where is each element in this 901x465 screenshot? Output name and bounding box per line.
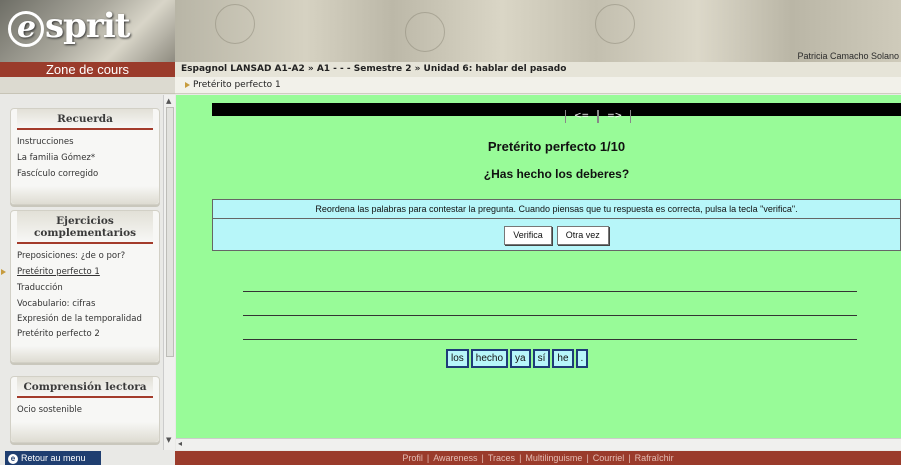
logo-mark: e sprit: [8, 6, 130, 47]
word-tile[interactable]: los: [446, 349, 469, 368]
header-banner: Patricia Camacho Solano: [175, 0, 901, 62]
panel-footer: [11, 186, 159, 204]
answer-line: [243, 291, 857, 292]
footer-link-courriel[interactable]: Courriel: [593, 453, 625, 463]
footer-link-awareness[interactable]: Awareness: [433, 453, 477, 463]
banner-sketch: [595, 4, 635, 44]
word-tile[interactable]: .: [575, 349, 589, 368]
footer-nav: Profil | Awareness | Traces | Multilinguisme | C…: [175, 451, 901, 465]
current-arrow-icon: [1, 269, 6, 275]
main-horizontal-scrollbar[interactable]: ◂: [176, 438, 901, 450]
exercise-question: ¿Has hecho los deberes?: [483, 167, 630, 181]
panel-comprension: Comprensión lectora Ocio sostenible: [10, 376, 160, 443]
panel-recuerda: Recuerda Instrucciones La familia Gómez*…: [10, 108, 160, 205]
sidebar-item-traduccion[interactable]: Traducción: [11, 280, 159, 296]
user-name: Patricia Camacho Solano: [797, 51, 899, 61]
bullet-icon: [185, 81, 190, 88]
sidebar: Recuerda Instrucciones La familia Gómez*…: [0, 95, 163, 450]
sub-breadcrumb: Pretérito perfecto 1: [175, 77, 901, 94]
nav-buttons: <= =>: [565, 103, 632, 123]
word-tile[interactable]: he: [552, 349, 574, 368]
retry-button[interactable]: Otra vez: [556, 226, 609, 245]
word-tile[interactable]: hecho: [470, 349, 509, 368]
sidebar-item-temporalidad[interactable]: Expresión de la temporalidad: [11, 312, 159, 326]
footer-link-rafraichir[interactable]: Rafraîchir: [635, 453, 674, 463]
panel-ejercicios: Ejercicios complementarios Preposiciones…: [1, 210, 160, 363]
exercise-nav-bar: <= =>: [212, 103, 901, 123]
banner-sketch: [405, 12, 445, 52]
panel-title: Recuerda: [17, 109, 153, 130]
footer-link-profil[interactable]: Profil: [402, 453, 423, 463]
banner-sketch: [215, 4, 255, 44]
footer-link-multilinguisme[interactable]: Multilinguisme: [525, 453, 582, 463]
zone-label: Zone de cours: [0, 62, 175, 77]
sidebar-item-preterito-perfecto-2[interactable]: Pretérito perfecto 2: [11, 326, 159, 342]
sidebar-item-familia-gomez[interactable]: La familia Gómez*: [11, 150, 159, 166]
retour-button[interactable]: e Retour au menu: [5, 451, 101, 465]
panel-footer: [11, 422, 159, 442]
answer-line: [243, 339, 857, 340]
panel-title: Ejercicios complementarios: [17, 211, 153, 244]
answer-line: [243, 315, 857, 316]
exercise-title: Pretérito perfecto 1/10: [487, 139, 626, 154]
scroll-left-icon[interactable]: ◂: [178, 439, 182, 448]
sidebar-item-vocabulario[interactable]: Vocabulario: cifras: [11, 296, 159, 312]
sidebar-item-preterito-perfecto-1[interactable]: Pretérito perfecto 1: [1, 264, 159, 280]
esprit-logo: e sprit: [0, 0, 175, 62]
scroll-up-icon[interactable]: ▲: [166, 97, 171, 105]
scroll-down-icon[interactable]: ▼: [166, 436, 171, 444]
sidebar-item-preposiciones[interactable]: Preposiciones: ¿de o por?: [11, 248, 159, 264]
esprit-e-icon: e: [8, 454, 18, 464]
next-button[interactable]: =>: [598, 110, 632, 123]
instructions: Reordena las palabras para contestar la …: [212, 199, 901, 219]
word-tile[interactable]: sí: [532, 349, 551, 368]
word-bank: los hecho ya sí he.: [446, 346, 590, 368]
sidebar-item-instrucciones[interactable]: Instrucciones: [11, 134, 159, 150]
scrollbar-thumb[interactable]: [166, 107, 174, 357]
panel-title: Comprensión lectora: [17, 377, 153, 398]
button-row: Verifica Otra vez: [212, 219, 901, 251]
sidebar-top-bar: [0, 77, 175, 94]
footer-link-traces[interactable]: Traces: [488, 453, 515, 463]
verify-button[interactable]: Verifica: [504, 226, 552, 245]
breadcrumb: Espagnol LANSAD A1-A2 » A1 - - - Semestr…: [175, 62, 901, 77]
panel-footer: [11, 346, 159, 362]
sidebar-scrollbar[interactable]: ▲ ▼: [163, 95, 175, 450]
sidebar-item-fasciculo[interactable]: Fascículo corregido: [11, 166, 159, 182]
sidebar-item-ocio-sostenible[interactable]: Ocio sostenible: [11, 402, 159, 418]
exercise-area: <= => Pretérito perfecto 1/10 ¿Has hecho …: [176, 95, 901, 438]
prev-button[interactable]: <=: [565, 110, 599, 123]
word-tile[interactable]: ya: [510, 349, 531, 368]
